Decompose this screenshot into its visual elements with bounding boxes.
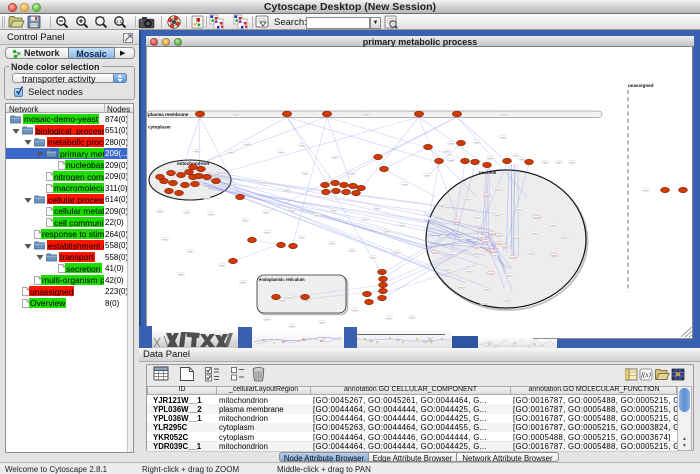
svg-text:unassigned: unassigned bbox=[628, 83, 654, 88]
svg-text:1:1: 1:1 bbox=[116, 19, 123, 24]
svg-text:plasma membrane: plasma membrane bbox=[148, 112, 189, 117]
svg-text:endoplasmic reticulum: endoplasmic reticulum bbox=[259, 277, 305, 282]
svg-text:cytoplasm: cytoplasm bbox=[148, 125, 171, 130]
svg-text:f(x): f(x) bbox=[641, 371, 651, 379]
